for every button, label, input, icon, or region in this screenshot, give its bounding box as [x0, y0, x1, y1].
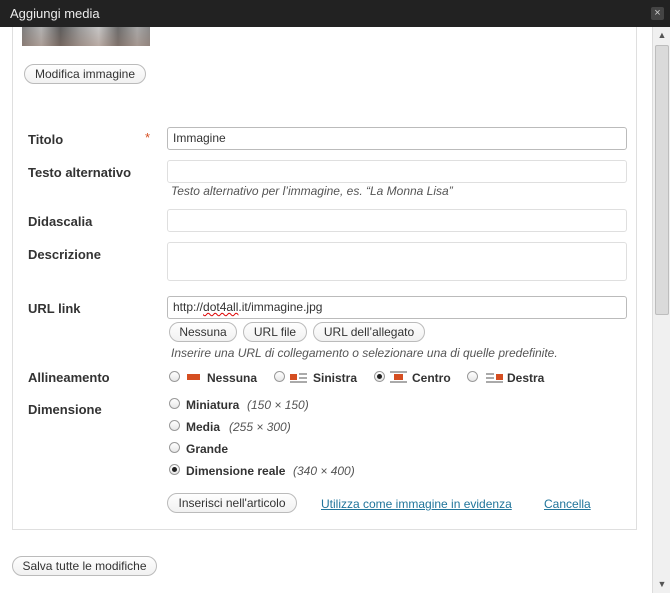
scroll-up-arrow-icon[interactable]: ▲	[655, 28, 669, 42]
size-full-dims: (340 × 400)	[293, 464, 355, 478]
close-icon[interactable]: ×	[651, 7, 664, 20]
align-left-icon	[290, 371, 307, 383]
size-full-label[interactable]: Dimensione reale	[186, 464, 285, 478]
align-left-label[interactable]: Sinistra	[313, 371, 357, 385]
url-domain: dot4all	[203, 300, 239, 314]
caption-label: Didascalia	[28, 214, 93, 229]
size-large-label[interactable]: Grande	[186, 442, 228, 456]
size-label: Dimensione	[28, 402, 102, 417]
save-all-changes-button[interactable]: Salva tutte le modifiche	[12, 556, 157, 576]
vertical-scrollbar[interactable]: ▲ ▼	[652, 27, 670, 593]
align-center-label[interactable]: Centro	[412, 371, 451, 385]
description-label: Descrizione	[28, 247, 101, 262]
size-thumbnail-dims: (150 × 150)	[247, 398, 309, 412]
link-file-url-button[interactable]: URL file	[243, 322, 307, 342]
alt-text-input[interactable]	[167, 160, 627, 183]
link-none-button[interactable]: Nessuna	[169, 322, 237, 342]
align-center-icon	[390, 371, 407, 383]
align-none-label[interactable]: Nessuna	[207, 371, 257, 385]
url-link-help: Inserire una URL di collegamento o selez…	[171, 346, 558, 360]
image-thumbnail	[22, 27, 150, 46]
size-full-radio[interactable]	[169, 464, 180, 475]
size-large-radio[interactable]	[169, 442, 180, 453]
description-textarea[interactable]	[167, 242, 627, 281]
align-left-radio[interactable]	[274, 371, 285, 382]
url-prefix: http://	[173, 300, 204, 314]
size-thumbnail-radio[interactable]	[169, 398, 180, 409]
insert-into-post-button[interactable]: Inserisci nell'articolo	[167, 493, 297, 513]
title-label: Titolo	[28, 132, 64, 147]
modal-title: Aggiungi media	[10, 6, 100, 21]
alignment-label: Allineamento	[28, 370, 110, 385]
size-medium-dims: (255 × 300)	[229, 420, 291, 434]
scroll-down-arrow-icon[interactable]: ▼	[655, 577, 669, 591]
url-link-input[interactable]: http://dot4all.it/immagine.jpg	[167, 296, 627, 319]
link-attachment-url-button[interactable]: URL dell’allegato	[313, 322, 425, 342]
size-thumbnail-label[interactable]: Miniatura	[186, 398, 239, 412]
set-featured-image-link[interactable]: Utilizza come immagine in evidenza	[321, 497, 512, 511]
size-medium-radio[interactable]	[169, 420, 180, 431]
scrollbar-thumb[interactable]	[655, 45, 669, 315]
url-suffix: .it/immagine.jpg	[238, 300, 323, 314]
required-asterisk: *	[145, 130, 151, 145]
alt-text-help: Testo alternativo per l’immagine, es. “L…	[171, 184, 453, 198]
align-none-icon	[185, 371, 202, 383]
caption-input[interactable]	[167, 209, 627, 232]
url-link-label: URL link	[28, 301, 81, 316]
cancel-link[interactable]: Cancella	[544, 497, 591, 511]
alt-text-label: Testo alternativo	[28, 165, 132, 180]
modal-titlebar: Aggiungi media ×	[0, 0, 670, 27]
align-right-label[interactable]: Destra	[507, 371, 544, 385]
edit-image-button[interactable]: Modifica immagine	[24, 64, 146, 84]
align-right-radio[interactable]	[467, 371, 478, 382]
align-none-radio[interactable]	[169, 371, 180, 382]
align-right-icon	[486, 371, 503, 383]
title-input[interactable]: Immagine	[167, 127, 627, 150]
align-center-radio[interactable]	[374, 371, 385, 382]
size-medium-label[interactable]: Media	[186, 420, 220, 434]
